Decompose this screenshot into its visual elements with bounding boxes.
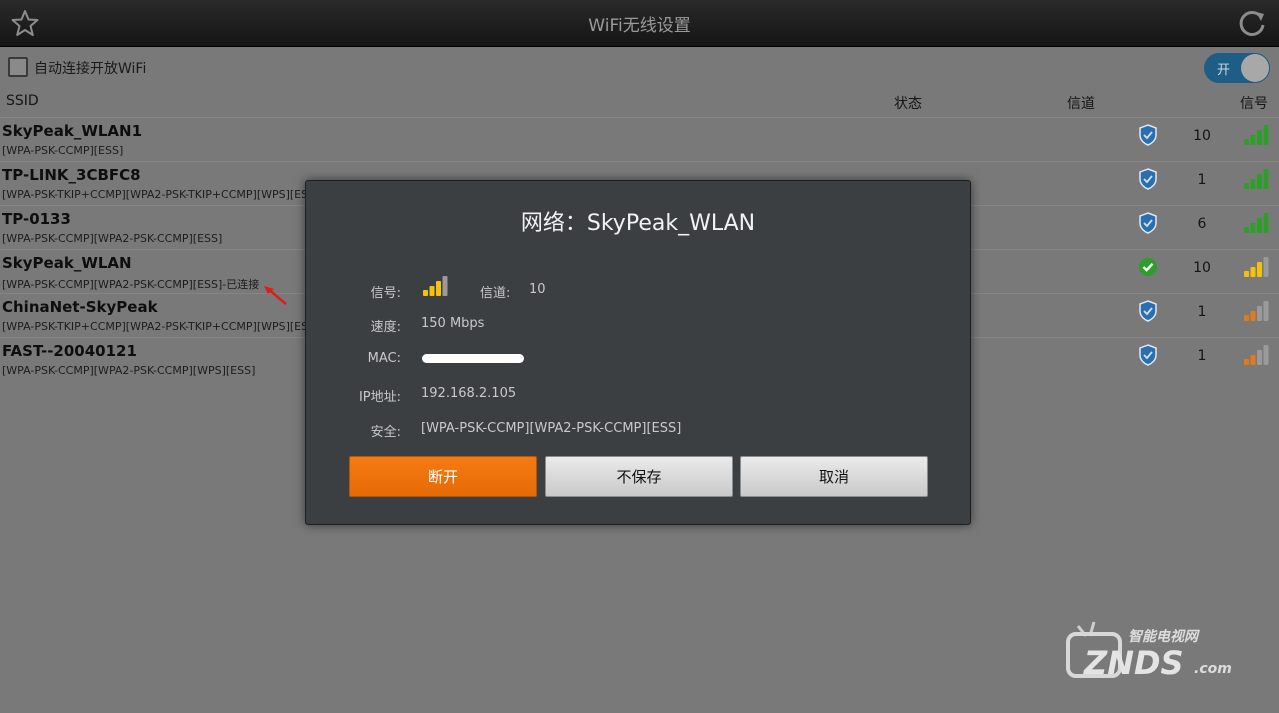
signal-bar xyxy=(1257,218,1262,233)
signal-bar xyxy=(1257,350,1262,365)
security-value: [WPA-PSK-CCMP][WPA2-PSK-CCMP][ESS] xyxy=(421,421,682,436)
signal-bar xyxy=(436,281,441,296)
network-ssid: SkyPeak_WLAN xyxy=(2,254,132,272)
signal-bar xyxy=(1257,306,1262,321)
channel-label: 信道: xyxy=(480,286,511,301)
header-signal: 信号 xyxy=(1240,96,1268,112)
header-ssid: SSID xyxy=(6,93,39,109)
header-channel: 信道 xyxy=(1067,96,1095,112)
mac-label: MAC: xyxy=(367,351,401,366)
signal-bar xyxy=(1244,271,1249,277)
list-header: SSID 状态 信道 信号 xyxy=(0,89,1279,115)
signal-bar xyxy=(423,290,428,296)
network-ssid: ChinaNet-SkyPeak xyxy=(2,298,158,316)
ip-value: 192.168.2.105 xyxy=(421,386,517,401)
signal-bar xyxy=(1250,223,1256,233)
refresh-icon[interactable] xyxy=(1237,8,1267,38)
network-channel: 1 xyxy=(1197,304,1207,320)
wifi-toggle-knob[interactable] xyxy=(1241,54,1269,82)
network-channel: 6 xyxy=(1197,216,1207,232)
dialog-title: 网络：SkyPeak_WLAN xyxy=(520,211,756,236)
network-channel: 1 xyxy=(1197,348,1207,364)
signal-bar xyxy=(1263,169,1269,189)
signal-bar xyxy=(1244,315,1249,321)
red-arrow-annotation xyxy=(264,286,287,305)
network-ssid: TP-0133 xyxy=(2,210,71,228)
signal-label: 信号: xyxy=(370,286,401,301)
signal-bar xyxy=(442,276,448,296)
signal-strength-icon xyxy=(423,276,448,296)
signal-bar xyxy=(1257,130,1262,145)
signal-bar xyxy=(1244,359,1249,365)
network-security: [WPA-PSK-TKIP+CCMP][WPA2-PSK-TKIP+CCMP][… xyxy=(2,188,320,201)
signal-strength-icon xyxy=(1244,345,1269,365)
shield-icon xyxy=(1139,300,1157,322)
disconnect-button[interactable]: 断开 xyxy=(349,456,537,497)
signal-bar xyxy=(1250,311,1256,321)
network-security: [WPA-PSK-CCMP][WPA2-PSK-CCMP][ESS] xyxy=(2,232,223,245)
network-details-dialog: 网络：SkyPeak_WLAN 信号: 信道: 10 速度: 150 Mbps … xyxy=(305,180,971,525)
mac-redaction xyxy=(422,354,524,363)
auto-connect-row[interactable]: 自动连接开放WiFi 开 xyxy=(0,47,1279,87)
signal-strength-icon xyxy=(1244,169,1269,189)
check-icon xyxy=(1138,257,1158,277)
signal-bar xyxy=(1263,301,1269,321)
watermark-cn: 智能电视网 xyxy=(1128,628,1200,645)
network-security: [WPA-PSK-CCMP][ESS] xyxy=(2,144,124,157)
shield-icon xyxy=(1139,124,1157,146)
watermark-brand: ZNDS xyxy=(1083,644,1184,682)
shield-icon xyxy=(1139,344,1157,366)
page-title: WiFi无线设置 xyxy=(588,16,691,36)
signal-bar xyxy=(1257,174,1262,189)
auto-connect-label: 自动连接开放WiFi xyxy=(34,61,147,77)
signal-bar xyxy=(1250,355,1256,365)
signal-strength-icon xyxy=(1244,257,1269,277)
signal-bar xyxy=(1244,183,1249,189)
signal-bar xyxy=(1263,213,1269,233)
signal-bar xyxy=(1263,257,1269,277)
network-ssid: SkyPeak_WLAN1 xyxy=(2,122,143,140)
signal-bar xyxy=(1250,267,1256,277)
speed-label: 速度: xyxy=(370,320,401,335)
signal-strength-icon xyxy=(1244,213,1269,233)
speed-value: 150 Mbps xyxy=(421,316,485,331)
network-channel: 10 xyxy=(1193,260,1211,276)
signal-strength-icon xyxy=(1244,125,1269,145)
network-security: [WPA-PSK-TKIP+CCMP][WPA2-PSK-TKIP+CCMP][… xyxy=(2,320,320,333)
ip-label: IP地址: xyxy=(358,390,401,405)
network-security: [WPA-PSK-CCMP][WPA2-PSK-CCMP][WPS][ESS] xyxy=(2,364,256,377)
shield-icon xyxy=(1139,212,1157,234)
header-status: 状态 xyxy=(894,96,922,112)
network-channel: 10 xyxy=(1193,128,1211,144)
cancel-button[interactable]: 取消 xyxy=(740,456,928,497)
signal-bar xyxy=(1250,179,1256,189)
network-channel: 1 xyxy=(1197,172,1207,188)
network-ssid: TP-LINK_3CBFC8 xyxy=(2,166,141,184)
signal-bar xyxy=(1250,135,1256,145)
security-label: 安全: xyxy=(370,425,401,440)
channel-value: 10 xyxy=(529,282,546,297)
network-security: [WPA-PSK-CCMP][WPA2-PSK-CCMP][ESS]-已连接 xyxy=(2,278,260,291)
auto-connect-checkbox[interactable] xyxy=(8,57,28,77)
signal-strength-icon xyxy=(1244,301,1269,321)
forget-button[interactable]: 不保存 xyxy=(545,456,733,497)
title-bar: WiFi无线设置 xyxy=(0,0,1279,47)
signal-bar xyxy=(1244,139,1249,145)
znds-watermark-logo: 智能电视网 ZNDS .com xyxy=(1066,621,1232,682)
watermark-suffix: .com xyxy=(1194,661,1232,677)
wifi-toggle-label: 开 xyxy=(1217,63,1231,78)
network-row[interactable]: SkyPeak_WLAN1 [WPA-PSK-CCMP][ESS] 10 xyxy=(0,117,1279,161)
signal-bar xyxy=(1263,125,1269,145)
wifi-toggle[interactable]: 开 xyxy=(1204,53,1270,83)
signal-bar xyxy=(1257,262,1262,277)
network-ssid: FAST--20040121 xyxy=(2,342,137,360)
shield-icon xyxy=(1139,168,1157,190)
signal-bar xyxy=(429,286,435,296)
signal-bar xyxy=(1244,227,1249,233)
signal-bar xyxy=(1263,345,1269,365)
